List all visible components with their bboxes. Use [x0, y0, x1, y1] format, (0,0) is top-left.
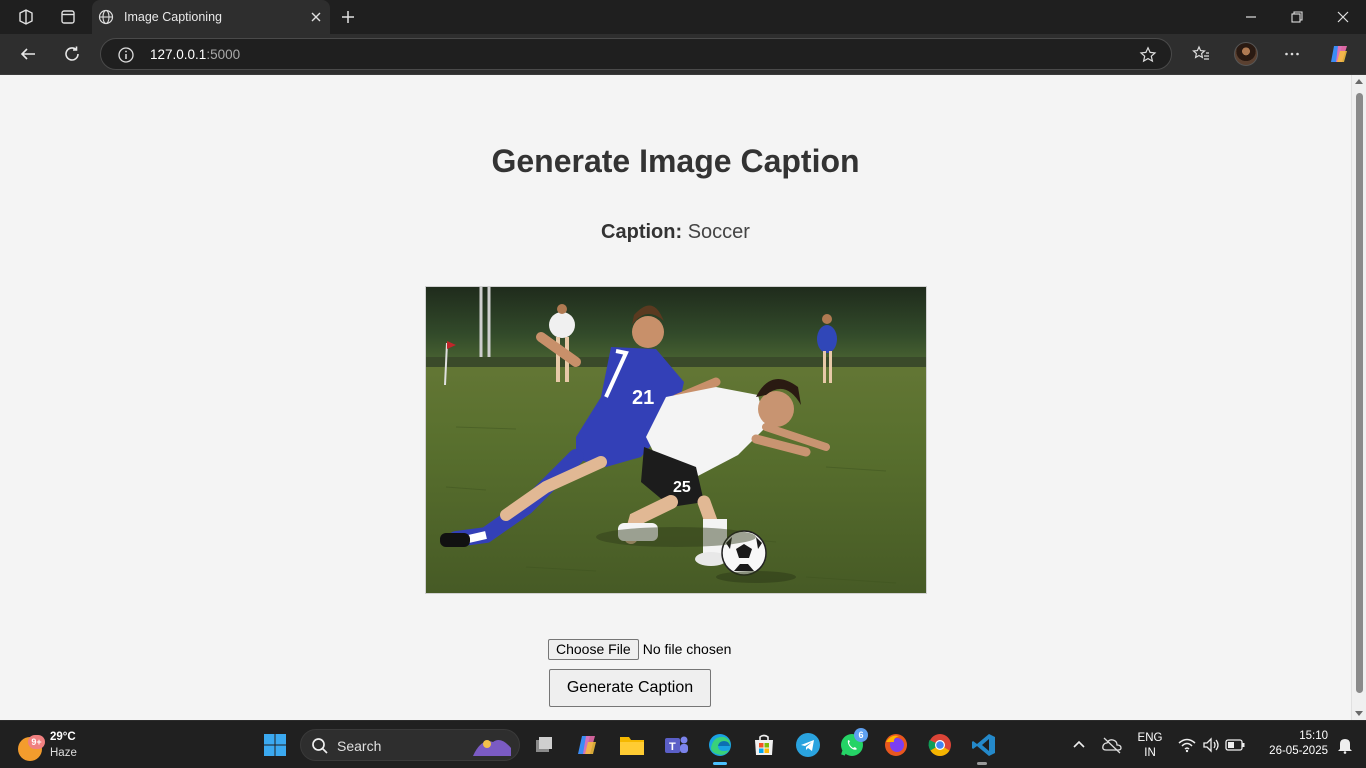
url-port: :5000	[206, 47, 241, 62]
chrome-icon[interactable]	[924, 729, 956, 761]
file-input[interactable]: Choose File No file chosen	[548, 638, 731, 660]
close-window-button[interactable]	[1320, 0, 1366, 34]
close-tab-icon[interactable]	[308, 9, 324, 25]
refresh-button[interactable]	[57, 40, 87, 68]
profile-avatar[interactable]	[1234, 42, 1258, 66]
weather-temperature: 29°C	[50, 731, 76, 743]
file-explorer-icon[interactable]	[616, 729, 648, 761]
page-title: Generate Image Caption	[491, 143, 860, 179]
vscode-icon[interactable]	[968, 729, 1000, 761]
caption-line: Caption: Soccer	[0, 221, 1351, 244]
task-view-icon[interactable]	[528, 729, 560, 761]
address-bar[interactable]: 127.0.0.1:5000	[100, 38, 1172, 70]
globe-icon	[98, 9, 114, 25]
url-host: 127.0.0.1	[150, 47, 207, 62]
search-label: Search	[337, 738, 382, 754]
teams-icon[interactable]: T	[660, 729, 692, 761]
new-tab-icon[interactable]	[334, 4, 362, 30]
url-text: 127.0.0.1:5000	[150, 47, 240, 62]
site-info-icon[interactable]	[117, 46, 135, 64]
search-icon	[311, 737, 329, 760]
svg-text:25: 25	[673, 479, 691, 496]
onedrive-offline-icon[interactable]	[1097, 729, 1127, 761]
show-hidden-icons-chevron-icon[interactable]	[1064, 729, 1094, 761]
battery-icon[interactable]	[1222, 729, 1248, 761]
scroll-down-arrow-icon[interactable]	[1355, 711, 1363, 716]
whatsapp-badge: 6	[854, 728, 868, 742]
clock-date: 26-05-2025	[1269, 745, 1328, 757]
favorite-star-icon[interactable]	[1139, 46, 1157, 64]
copilot-icon[interactable]	[1324, 40, 1354, 68]
workspaces-icon[interactable]	[12, 4, 40, 30]
svg-text:21: 21	[632, 387, 654, 409]
weather-widget[interactable]: 9+ 29°C Haze	[16, 729, 86, 763]
browser-toolbar: 127.0.0.1:5000	[0, 34, 1366, 75]
vscode-running-indicator	[977, 762, 987, 765]
copilot-app-icon[interactable]	[571, 729, 603, 761]
more-options-icon[interactable]	[1277, 40, 1307, 68]
restore-button[interactable]	[1274, 0, 1320, 34]
taskbar-search[interactable]: Search	[300, 729, 520, 761]
generate-caption-button[interactable]: Generate Caption	[549, 669, 711, 707]
edge-browser-icon[interactable]	[704, 729, 736, 761]
browser-titlebar: Image Captioning	[0, 0, 1366, 34]
search-highlight-icon	[473, 740, 511, 756]
telegram-icon[interactable]	[792, 729, 824, 761]
caption-value: Soccer	[687, 221, 750, 243]
firefox-icon[interactable]	[880, 729, 912, 761]
choose-file-button[interactable]: Choose File	[548, 638, 639, 660]
file-status-text: No file chosen	[642, 641, 732, 657]
tab-image-captioning[interactable]: Image Captioning	[92, 0, 330, 34]
svg-text:T: T	[669, 741, 676, 753]
windows-start-icon[interactable]	[259, 729, 291, 761]
wifi-icon[interactable]	[1174, 729, 1200, 761]
windows-taskbar: 9+ 29°C Haze Search T 6 ENG IN 15:10 26-…	[0, 720, 1366, 768]
caption-label: Caption:	[601, 221, 683, 243]
minimize-button[interactable]	[1228, 0, 1274, 34]
uploaded-image: 21 25	[425, 286, 927, 594]
weather-condition: Haze	[50, 747, 77, 759]
region-code: IN	[1144, 747, 1156, 759]
microsoft-store-icon[interactable]	[748, 729, 780, 761]
weather-badge: 9+	[28, 735, 45, 749]
scrollbar-thumb[interactable]	[1356, 93, 1363, 693]
clock[interactable]: 15:10 26-05-2025	[1256, 729, 1328, 759]
input-language[interactable]: ENG IN	[1132, 731, 1168, 761]
volume-icon[interactable]	[1198, 729, 1224, 761]
page-viewport: Generate Image Caption Caption: Soccer 2…	[0, 75, 1351, 720]
language-code: ENG	[1137, 732, 1163, 744]
clock-time: 15:10	[1299, 730, 1328, 742]
page-scrollbar[interactable]	[1351, 75, 1366, 720]
scroll-up-arrow-icon[interactable]	[1355, 79, 1363, 84]
edge-active-indicator	[713, 762, 727, 765]
tab-actions-icon[interactable]	[54, 4, 82, 30]
back-button[interactable]	[13, 40, 43, 68]
notification-center-icon[interactable]	[1332, 729, 1358, 761]
tab-title: Image Captioning	[124, 10, 222, 24]
favorites-icon[interactable]	[1186, 40, 1216, 68]
